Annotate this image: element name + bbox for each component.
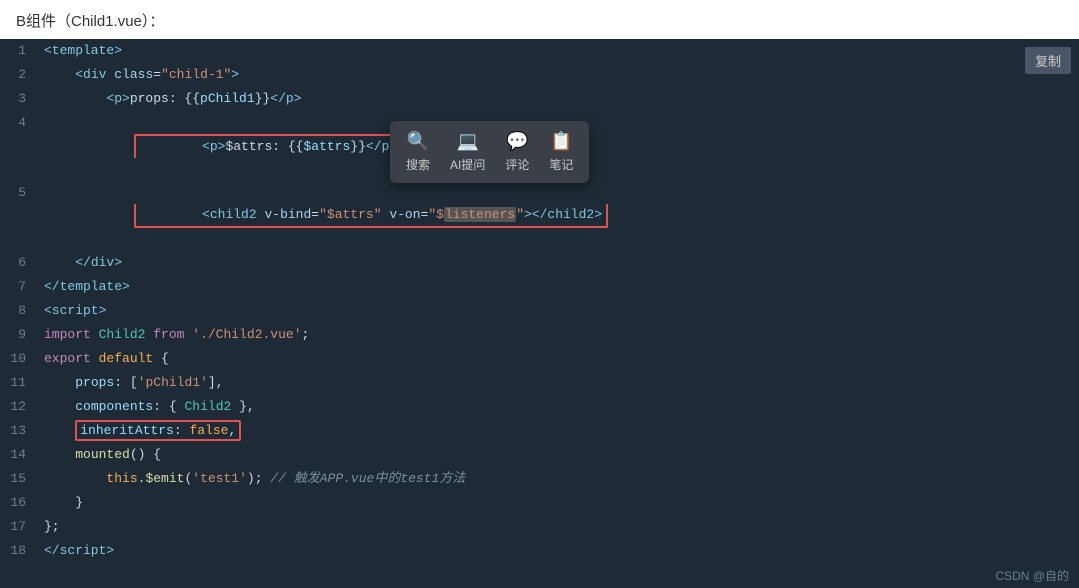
- line-number: 5: [0, 181, 36, 251]
- table-row: 10 export default {: [0, 347, 1079, 371]
- line-number: 11: [0, 371, 36, 395]
- tooltip-ai-label: AI提问: [450, 156, 485, 173]
- table-row: 13 inheritAttrs: false,: [0, 419, 1079, 443]
- tooltip-search-label: 搜索: [406, 156, 430, 173]
- tooltip-comment-label: 评论: [505, 156, 529, 173]
- line-code: </template>: [36, 275, 1079, 299]
- tooltip-comment[interactable]: 💬 评论: [505, 131, 529, 173]
- search-icon: 🔍: [407, 131, 429, 152]
- table-row: 16 }: [0, 491, 1079, 515]
- line-code: <child2 v-bind="$attrs" v-on="$listeners…: [36, 181, 1079, 251]
- line-code: props: ['pChild1'],: [36, 371, 1079, 395]
- line-code: }: [36, 491, 1079, 515]
- code-block: 复制 🔍 搜索 💻 AI提问 💬 评论 📋 笔记: [0, 39, 1079, 588]
- line-number: 18: [0, 539, 36, 563]
- line-code: <p>props: {{pChild1}}</p>: [36, 87, 1079, 111]
- line-code: this.$emit('test1'); // 触发APP.vue中的test1…: [36, 467, 1079, 491]
- line-number: 17: [0, 515, 36, 539]
- table-row: 11 props: ['pChild1'],: [0, 371, 1079, 395]
- line-number: 10: [0, 347, 36, 371]
- table-row: 9 import Child2 from './Child2.vue';: [0, 323, 1079, 347]
- table-row: 3 <p>props: {{pChild1}}</p>: [0, 87, 1079, 111]
- table-row: 5 <child2 v-bind="$attrs" v-on="$listene…: [0, 181, 1079, 251]
- line-number: 3: [0, 87, 36, 111]
- line-number: 12: [0, 395, 36, 419]
- copy-button[interactable]: 复制: [1025, 47, 1071, 74]
- table-row: 8 <script>: [0, 299, 1079, 323]
- tooltip-ai[interactable]: 💻 AI提问: [450, 131, 485, 173]
- table-row: 6 </div>: [0, 251, 1079, 275]
- comment-icon: 💬: [506, 131, 528, 152]
- page-container: B组件（Child1.vue）： 复制 🔍 搜索 💻 AI提问 💬 评论 📋 笔…: [0, 0, 1079, 588]
- line-code: components: { Child2 },: [36, 395, 1079, 419]
- line-code: export default {: [36, 347, 1079, 371]
- table-row: 14 mounted() {: [0, 443, 1079, 467]
- line-number: 15: [0, 467, 36, 491]
- line-code: mounted() {: [36, 443, 1079, 467]
- table-row: 15 this.$emit('test1'); // 触发APP.vue中的te…: [0, 467, 1079, 491]
- line-code: inheritAttrs: false,: [36, 419, 1079, 443]
- line-number: 7: [0, 275, 36, 299]
- line-number: 14: [0, 443, 36, 467]
- table-row: 2 <div class="child-1">: [0, 63, 1079, 87]
- line-number: 4: [0, 111, 36, 181]
- line-code: </script>: [36, 539, 1079, 563]
- csdn-watermark: CSDN @自的: [0, 563, 1079, 588]
- table-row: 17 };: [0, 515, 1079, 539]
- tooltip-popup: 🔍 搜索 💻 AI提问 💬 评论 📋 笔记: [390, 121, 589, 183]
- tooltip-search[interactable]: 🔍 搜索: [406, 131, 430, 173]
- line-number: 2: [0, 63, 36, 87]
- line-number: 1: [0, 39, 36, 63]
- line-number: 13: [0, 419, 36, 443]
- code-table: 1 <template> 2 <div class="child-1"> 3 <…: [0, 39, 1079, 563]
- ai-icon: 💻: [456, 131, 478, 152]
- note-icon: 📋: [550, 131, 572, 152]
- line-code: <script>: [36, 299, 1079, 323]
- line-code: </div>: [36, 251, 1079, 275]
- table-row: 18 </script>: [0, 539, 1079, 563]
- line-number: 9: [0, 323, 36, 347]
- line-number: 6: [0, 251, 36, 275]
- table-row: 1 <template>: [0, 39, 1079, 63]
- line-code: <div class="child-1">: [36, 63, 1079, 87]
- table-row: 12 components: { Child2 },: [0, 395, 1079, 419]
- tooltip-note-label: 笔记: [549, 156, 573, 173]
- table-row: 7 </template>: [0, 275, 1079, 299]
- line-code: };: [36, 515, 1079, 539]
- line-code: <template>: [36, 39, 1079, 63]
- line-number: 16: [0, 491, 36, 515]
- line-number: 8: [0, 299, 36, 323]
- tooltip-note[interactable]: 📋 笔记: [549, 131, 573, 173]
- page-title: B组件（Child1.vue）：: [0, 0, 1079, 39]
- line-code: import Child2 from './Child2.vue';: [36, 323, 1079, 347]
